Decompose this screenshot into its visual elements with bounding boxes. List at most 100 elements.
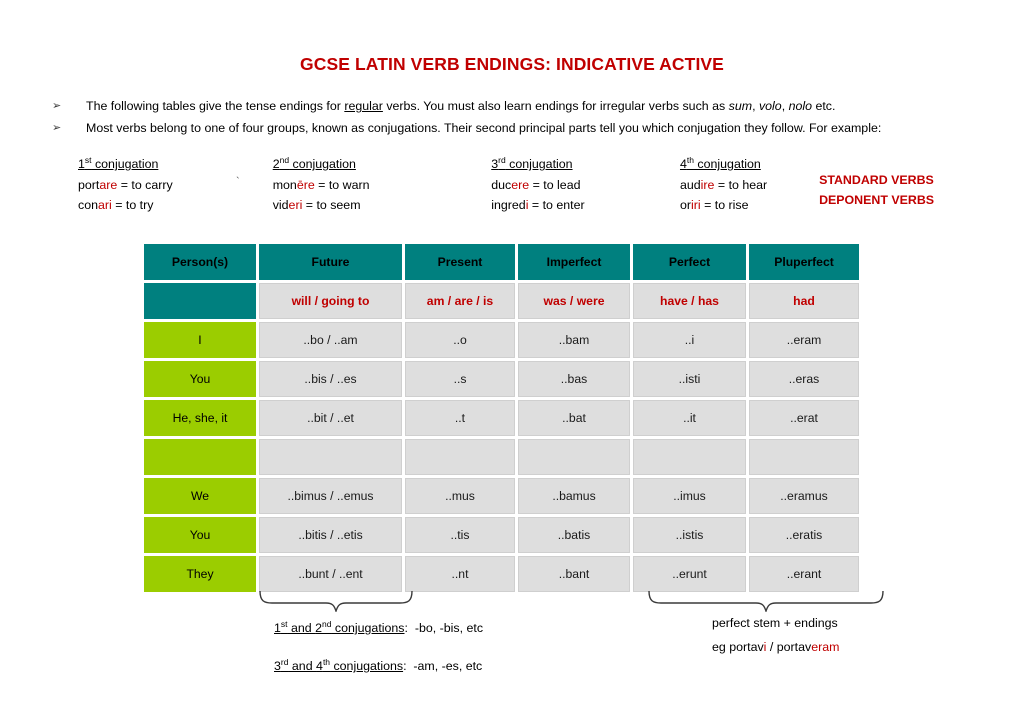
conjugation-standard-example: ducere = to lead (491, 175, 680, 195)
ending-cell-imperfect: ..bas (518, 361, 630, 397)
verb-gloss: = to rise (700, 198, 749, 213)
table-meaning-row: will / going to am / are / is was / were… (144, 283, 859, 319)
conjugation-deponent-example: oriri = to rise (680, 195, 819, 215)
table-header-row: Person(s) Future Present Imperfect Perfe… (144, 244, 859, 280)
footnote-ordinal-b: 2 (315, 621, 322, 636)
verb-gloss: = to hear (714, 178, 768, 193)
ending-cell-imperfect: ..bant (518, 556, 630, 592)
bullet-text-part-italic: volo (758, 99, 782, 113)
conjugation-heading: 1st conjugation (78, 150, 273, 174)
verb-gloss: = to carry (117, 178, 173, 193)
table-header-person: Person(s) (144, 244, 256, 280)
ending-cell-perfect: ..imus (633, 478, 746, 514)
person-label: You (144, 517, 256, 553)
ending-cell-imperfect: ..bamus (518, 478, 630, 514)
verb-ending: are (99, 178, 118, 193)
conjugation-heading-rest: conjugation (91, 157, 159, 172)
footnote-value: -am, -es, etc (413, 659, 483, 674)
table-row: They ..bunt / ..ent ..nt ..bant ..erunt … (144, 556, 859, 592)
bullet-text: The following tables give the tense endi… (86, 96, 1002, 117)
ending-cell-pluperfect: ..erat (749, 400, 859, 436)
footnote-label: 1st and 2nd conjugations (274, 619, 405, 636)
meaning-cell-perfect: have / has (633, 283, 746, 319)
table-row: He, she, it ..bit / ..et ..t ..bat ..it … (144, 400, 859, 436)
ending-cell-future: ..bis / ..es (259, 361, 402, 397)
conjugation-ordinal-suffix: rd (498, 155, 506, 165)
table-row: We ..bimus / ..emus ..mus ..bamus ..imus… (144, 478, 859, 514)
person-label: I (144, 322, 256, 358)
verb-stem: mon (272, 178, 297, 193)
perfect-stem-example: eg portavi / portaveram (712, 635, 839, 659)
ending-cell-pluperfect: ..eram (749, 322, 859, 358)
conjugation-ordinal: 4 (679, 157, 687, 172)
verb-stem: ingred (491, 198, 526, 213)
footnote-ordinal-b: 4 (316, 659, 323, 674)
deponent-verbs-label: DEPONENT VERBS (819, 193, 935, 207)
footnote-mid: and (287, 621, 316, 636)
table-header-pluperfect: Pluperfect (749, 244, 859, 280)
meaning-cell-future: will / going to (259, 283, 402, 319)
table-header-perfect: Perfect (633, 244, 746, 280)
example-prefix: eg portav (712, 640, 764, 654)
conjugation-heading-rest: conjugation (693, 157, 761, 172)
conjugation-heading: 2nd conjugation (273, 150, 492, 174)
ending-cell-future: ..bit / ..et (259, 400, 402, 436)
ending-cell-perfect: ..it (633, 400, 746, 436)
bullet-item: ➢ Most verbs belong to one of four group… (52, 118, 1002, 139)
verb-gloss: = to seem (302, 198, 361, 213)
ending-cell-future: ..bitis / ..etis (259, 517, 402, 553)
verb-ending: ēre (296, 178, 315, 193)
ending-cell-present: ..s (405, 361, 515, 397)
arrow-bullet-icon: ➢ (52, 100, 62, 112)
conjugation-examples: 1st conjugation portare = to carry conar… (78, 150, 978, 215)
verb-ending: ire (700, 178, 715, 193)
ending-cell-present: ..nt (405, 556, 515, 592)
verb-type-legend: STANDARD VERBS DEPONENT VERBS (819, 150, 978, 215)
brace-perfect-pluperfect-columns (648, 590, 884, 612)
bullet-text: Most verbs belong to one of four groups,… (86, 121, 882, 135)
ending-cell-future: ..bunt / ..ent (259, 556, 402, 592)
verb-stem: port (78, 178, 100, 193)
footnote-value: -bo, -bis, etc (414, 621, 484, 636)
meaning-cell-blank (144, 283, 256, 319)
footnote-label: 3rd and 4th conjugations (274, 657, 404, 674)
ending-cell-future: ..bo / ..am (259, 322, 402, 358)
meaning-cell-present: am / are / is (405, 283, 515, 319)
conjugation-heading: 3rd conjugation (491, 150, 680, 174)
ending-cell-present: ..mus (405, 478, 515, 514)
bullet-text-part: etc. (812, 99, 836, 113)
ending-cell-present: ..t (405, 400, 515, 436)
example-mid: / portav (766, 640, 812, 654)
table-spacer-row (144, 439, 859, 475)
footnote-colon: : (403, 659, 407, 674)
ending-cell-present (405, 439, 515, 475)
person-label: They (144, 556, 256, 592)
bullet-text-part: The following tables give the tense endi… (86, 99, 345, 113)
ending-cell-present: ..tis (405, 517, 515, 553)
conjugation-standard-example: portare = to carry (78, 175, 273, 195)
footnote-line-3-4: 3rd and 4th conjugations: -am, -es, etc (274, 650, 483, 678)
conjugation-group-4: 4th conjugation audire = to hear oriri =… (680, 150, 819, 215)
ending-cell-imperfect: ..bat (518, 400, 630, 436)
ending-cell-pluperfect: ..eratis (749, 517, 859, 553)
footnote-colon: : (404, 621, 408, 636)
table-header-future: Future (259, 244, 402, 280)
verb-gloss: = to warn (314, 178, 370, 193)
bullet-text-part-underlined: regular (344, 99, 383, 113)
ending-cell-present: ..o (405, 322, 515, 358)
table-header-present: Present (405, 244, 515, 280)
bullet-text-part: verbs. You must also learn endings for i… (382, 99, 729, 113)
conjugation-deponent-example: videri = to seem (273, 195, 492, 215)
conjugation-ordinal: 1 (78, 157, 85, 172)
verb-ending: eri (288, 198, 303, 213)
ending-cell-pluperfect: ..erant (749, 556, 859, 592)
conjugation-group-1: 1st conjugation portare = to carry conar… (78, 150, 273, 215)
standard-verbs-label: STANDARD VERBS (819, 173, 934, 187)
ending-cell-pluperfect: ..eramus (749, 478, 859, 514)
verb-stem: con (78, 198, 98, 213)
ending-cell-future (259, 439, 402, 475)
ending-cell-perfect: ..erunt (633, 556, 746, 592)
footnote-tail: conjugations (330, 659, 404, 674)
bullet-text-part-italic: sum (728, 99, 753, 113)
conjugation-standard-example: audire = to hear (680, 175, 819, 195)
